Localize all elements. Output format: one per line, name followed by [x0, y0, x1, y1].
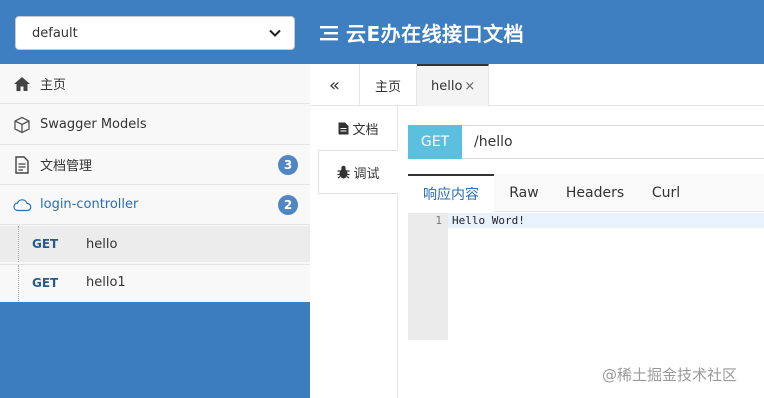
- doc-debug-tabs: 文档 调试: [310, 106, 399, 398]
- request-url[interactable]: /hello: [474, 134, 513, 150]
- tab-response-content[interactable]: 响应内容: [408, 174, 494, 212]
- tab-label: hello: [431, 78, 463, 94]
- tab-bar: « 主页 hello ×: [310, 64, 764, 106]
- tree-line: [18, 265, 19, 301]
- chevron-down-icon: [269, 29, 281, 37]
- double-chevron-left-icon: «: [328, 74, 340, 96]
- api-method: GET: [32, 237, 59, 251]
- bug-icon: [337, 165, 350, 179]
- count-badge: 3: [278, 155, 298, 175]
- tab-headers[interactable]: Headers: [554, 174, 636, 212]
- response-editor[interactable]: 1 Hello Word!: [408, 213, 764, 340]
- api-item-hello1[interactable]: GET hello1: [0, 264, 310, 301]
- sidebar: 主页 Swagger Models 文档管理 3 login-controlle…: [0, 64, 310, 398]
- watermark: @稀土掘金技术社区: [602, 366, 738, 384]
- request-url-bar: GET /hello: [408, 125, 764, 159]
- close-icon[interactable]: ×: [464, 79, 475, 94]
- cube-icon: [12, 115, 32, 135]
- sidebar-item-label: login-controller: [40, 197, 139, 212]
- tab-home[interactable]: 主页: [360, 64, 417, 106]
- tree-line: [18, 226, 19, 262]
- tab-label: 文档: [352, 122, 379, 138]
- group-select-value: default: [32, 25, 78, 41]
- cloud-api-icon: [12, 195, 32, 215]
- sidebar-item-label: 主页: [40, 78, 67, 93]
- collapse-sidebar-button[interactable]: «: [310, 64, 360, 106]
- request-method-badge: GET: [408, 125, 462, 159]
- count-badge: 2: [278, 195, 298, 215]
- sidebar-item-login-controller[interactable]: login-controller 2: [0, 185, 310, 225]
- api-path: hello1: [86, 275, 126, 290]
- file-icon: [338, 122, 349, 134]
- sidebar-item-home[interactable]: 主页: [0, 64, 310, 104]
- tab-label: 调试: [353, 166, 380, 182]
- home-icon: [12, 74, 32, 94]
- sidebar-item-label: Swagger Models: [40, 117, 147, 132]
- tab-curl[interactable]: Curl: [638, 174, 694, 212]
- top-header: default 云E办在线接口文档: [0, 0, 764, 64]
- api-method: GET: [32, 275, 59, 290]
- tab-hello[interactable]: hello ×: [417, 64, 489, 106]
- group-select[interactable]: default: [15, 16, 295, 50]
- response-tabs: 响应内容 Raw Headers Curl: [408, 174, 764, 212]
- tab-doc[interactable]: 文档: [318, 106, 399, 150]
- api-item-hello[interactable]: GET hello: [0, 226, 310, 262]
- brand-title: 云E办在线接口文档: [320, 18, 524, 47]
- api-path: hello: [86, 236, 118, 252]
- tab-debug[interactable]: 调试: [318, 150, 399, 194]
- line-gutter: 1: [408, 213, 448, 340]
- line-number: 1: [435, 214, 442, 227]
- tab-label: 主页: [374, 79, 401, 95]
- tab-raw[interactable]: Raw: [496, 174, 552, 212]
- brand-title-text: 云E办在线接口文档: [346, 22, 525, 46]
- sidebar-item-doc-manage[interactable]: 文档管理 3: [0, 145, 310, 185]
- document-icon: [12, 155, 32, 175]
- response-body: Hello Word!: [452, 214, 525, 227]
- sidebar-item-swagger-models[interactable]: Swagger Models: [0, 105, 310, 145]
- menu-icon[interactable]: [320, 25, 340, 41]
- sidebar-item-label: 文档管理: [40, 159, 93, 174]
